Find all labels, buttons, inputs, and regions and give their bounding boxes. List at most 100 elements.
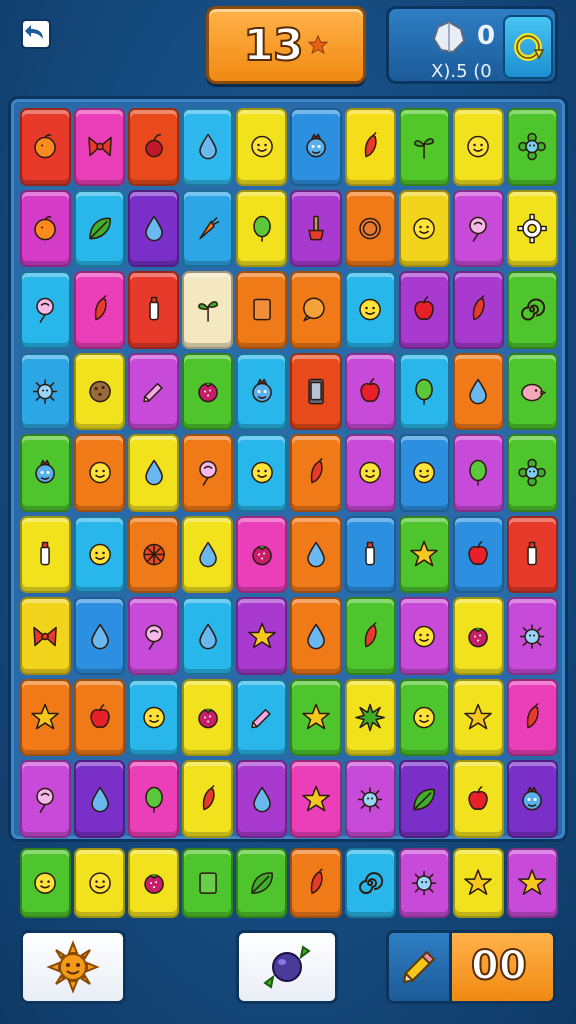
board-tile[interactable] bbox=[452, 597, 504, 675]
board-tile[interactable] bbox=[344, 678, 396, 757]
tray-tile[interactable] bbox=[344, 848, 396, 918]
board-tile[interactable] bbox=[236, 597, 288, 675]
board-tile[interactable] bbox=[452, 271, 504, 349]
board-tile[interactable] bbox=[506, 760, 558, 838]
board-tile[interactable] bbox=[128, 352, 180, 431]
board-tile[interactable] bbox=[398, 515, 450, 594]
board-tile[interactable] bbox=[20, 760, 72, 838]
board-tile[interactable] bbox=[236, 108, 288, 186]
board-tile[interactable] bbox=[506, 108, 558, 186]
board-tile[interactable] bbox=[344, 434, 396, 512]
tray-tile[interactable] bbox=[236, 848, 288, 918]
pencil-powerup-button[interactable]: 00 bbox=[386, 930, 556, 1004]
board-tile[interactable] bbox=[398, 352, 450, 431]
board-tile[interactable] bbox=[236, 352, 288, 431]
board-tile[interactable] bbox=[182, 108, 234, 186]
board-tile[interactable] bbox=[344, 108, 396, 186]
board-tile[interactable] bbox=[506, 189, 558, 268]
board-tile[interactable] bbox=[398, 189, 450, 268]
board-tile[interactable] bbox=[344, 271, 396, 349]
tray-tile[interactable] bbox=[20, 848, 72, 918]
board-tile[interactable] bbox=[452, 760, 504, 838]
board-tile[interactable] bbox=[290, 678, 342, 757]
board-tile[interactable] bbox=[398, 271, 450, 349]
board-tile[interactable] bbox=[398, 760, 450, 838]
board-tile[interactable] bbox=[452, 515, 504, 594]
board-tile[interactable] bbox=[128, 597, 180, 675]
board-tile[interactable] bbox=[452, 108, 504, 186]
board-tile[interactable] bbox=[128, 108, 180, 186]
board-tile[interactable] bbox=[182, 352, 234, 431]
tray-tile[interactable] bbox=[128, 848, 180, 918]
board-tile[interactable] bbox=[74, 108, 126, 186]
board-tile[interactable] bbox=[74, 189, 126, 268]
board-tile[interactable] bbox=[398, 434, 450, 512]
board-tile[interactable] bbox=[290, 434, 342, 512]
board-tile[interactable] bbox=[344, 189, 396, 268]
board-tile[interactable] bbox=[74, 352, 126, 431]
board-tile[interactable] bbox=[290, 352, 342, 431]
board-tile[interactable] bbox=[182, 760, 234, 838]
board-tile[interactable] bbox=[20, 108, 72, 186]
sun-powerup-button[interactable] bbox=[20, 930, 126, 1004]
board-tile[interactable] bbox=[74, 434, 126, 512]
board-tile[interactable] bbox=[128, 515, 180, 594]
tray-tile[interactable] bbox=[182, 848, 234, 918]
board-tile[interactable] bbox=[182, 515, 234, 594]
board-tile[interactable] bbox=[20, 678, 72, 757]
board-tile[interactable] bbox=[344, 352, 396, 431]
board-tile[interactable] bbox=[290, 108, 342, 186]
board-tile[interactable] bbox=[506, 352, 558, 431]
board-tile[interactable] bbox=[182, 597, 234, 675]
board-tile[interactable] bbox=[506, 271, 558, 349]
board-tile[interactable] bbox=[506, 515, 558, 594]
board-tile[interactable] bbox=[344, 597, 396, 675]
board-tile[interactable] bbox=[236, 434, 288, 512]
board-tile[interactable] bbox=[452, 189, 504, 268]
board-tile[interactable] bbox=[236, 760, 288, 838]
tray-tile[interactable] bbox=[74, 848, 126, 918]
board-tile[interactable] bbox=[182, 189, 234, 268]
board-tile[interactable] bbox=[182, 678, 234, 757]
tray-tile[interactable] bbox=[398, 848, 450, 918]
board-tile[interactable] bbox=[452, 678, 504, 757]
board-tile[interactable] bbox=[20, 189, 72, 268]
board-tile[interactable] bbox=[290, 597, 342, 675]
board-tile[interactable] bbox=[290, 760, 342, 838]
tray-tile[interactable] bbox=[506, 848, 558, 918]
board-tile[interactable] bbox=[128, 271, 180, 349]
board-tile[interactable] bbox=[398, 597, 450, 675]
board-tile[interactable] bbox=[290, 271, 342, 349]
board-tile[interactable] bbox=[344, 760, 396, 838]
board-tile[interactable] bbox=[236, 271, 288, 349]
board-tile[interactable] bbox=[182, 271, 234, 349]
board-tile[interactable] bbox=[398, 678, 450, 757]
board-tile[interactable] bbox=[398, 108, 450, 186]
board-tile[interactable] bbox=[506, 597, 558, 675]
board-tile[interactable] bbox=[290, 515, 342, 594]
board-tile[interactable] bbox=[182, 434, 234, 512]
refresh-button[interactable] bbox=[503, 15, 553, 79]
board-tile[interactable] bbox=[506, 434, 558, 512]
candy-powerup-button[interactable] bbox=[236, 930, 338, 1004]
board-tile[interactable] bbox=[20, 352, 72, 431]
board-tile[interactable] bbox=[74, 760, 126, 838]
tray-tile[interactable] bbox=[290, 848, 342, 918]
board-tile[interactable] bbox=[452, 352, 504, 431]
board-tile[interactable] bbox=[128, 678, 180, 757]
board-tile[interactable] bbox=[236, 189, 288, 268]
board-tile[interactable] bbox=[74, 678, 126, 757]
board-tile[interactable] bbox=[74, 515, 126, 594]
board-tile[interactable] bbox=[20, 434, 72, 512]
board-tile[interactable] bbox=[344, 515, 396, 594]
tray-tile[interactable] bbox=[452, 848, 504, 918]
board-tile[interactable] bbox=[236, 515, 288, 594]
board-tile[interactable] bbox=[20, 597, 72, 675]
board-tile[interactable] bbox=[236, 678, 288, 757]
board-tile[interactable] bbox=[20, 515, 72, 594]
board-tile[interactable] bbox=[128, 189, 180, 268]
board-tile[interactable] bbox=[290, 189, 342, 268]
board-tile[interactable] bbox=[452, 434, 504, 512]
board-tile[interactable] bbox=[506, 678, 558, 757]
board-tile[interactable] bbox=[128, 434, 180, 512]
